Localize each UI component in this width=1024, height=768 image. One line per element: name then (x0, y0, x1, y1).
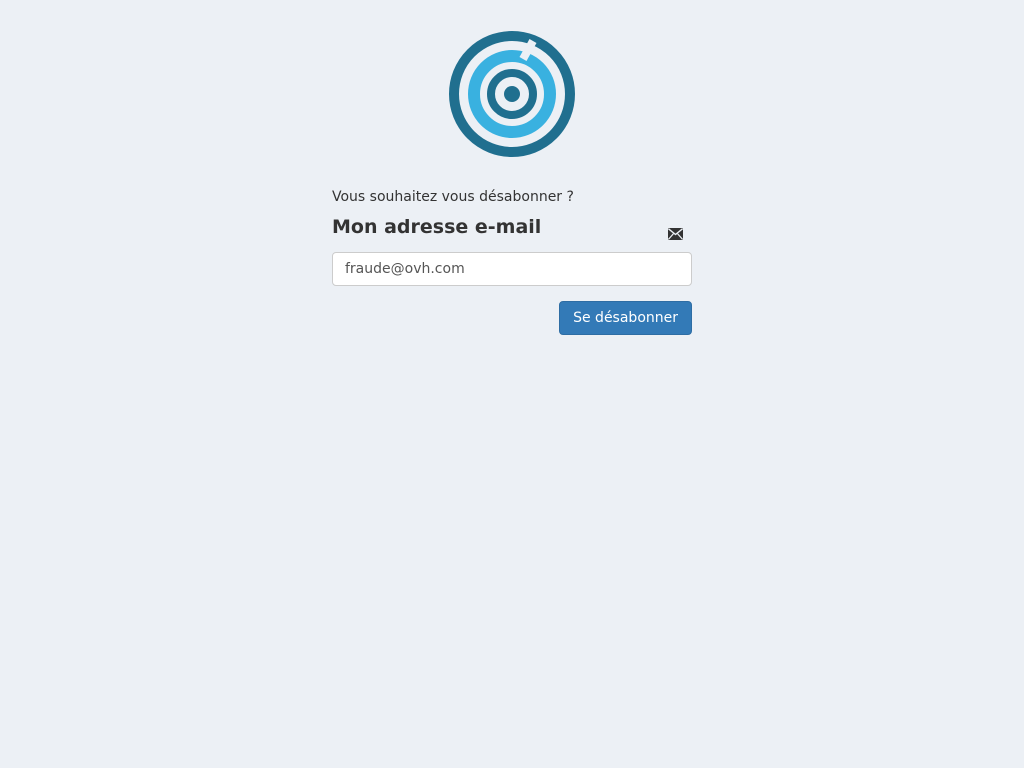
email-label-row: Mon adresse e-mail (332, 215, 692, 241)
email-label: Mon adresse e-mail (332, 216, 542, 238)
envelope-icon (668, 228, 683, 240)
unsubscribe-form: Vous souhaitez vous désabonner ? Mon adr… (332, 187, 692, 335)
target-logo-icon (449, 31, 575, 157)
unsubscribe-page: Vous souhaitez vous désabonner ? Mon adr… (0, 0, 1024, 768)
unsubscribe-button[interactable]: Se désabonner (559, 301, 692, 335)
unsubscribe-question: Vous souhaitez vous désabonner ? (332, 189, 574, 205)
form-actions: Se désabonner (332, 301, 692, 335)
email-field[interactable] (332, 252, 692, 286)
